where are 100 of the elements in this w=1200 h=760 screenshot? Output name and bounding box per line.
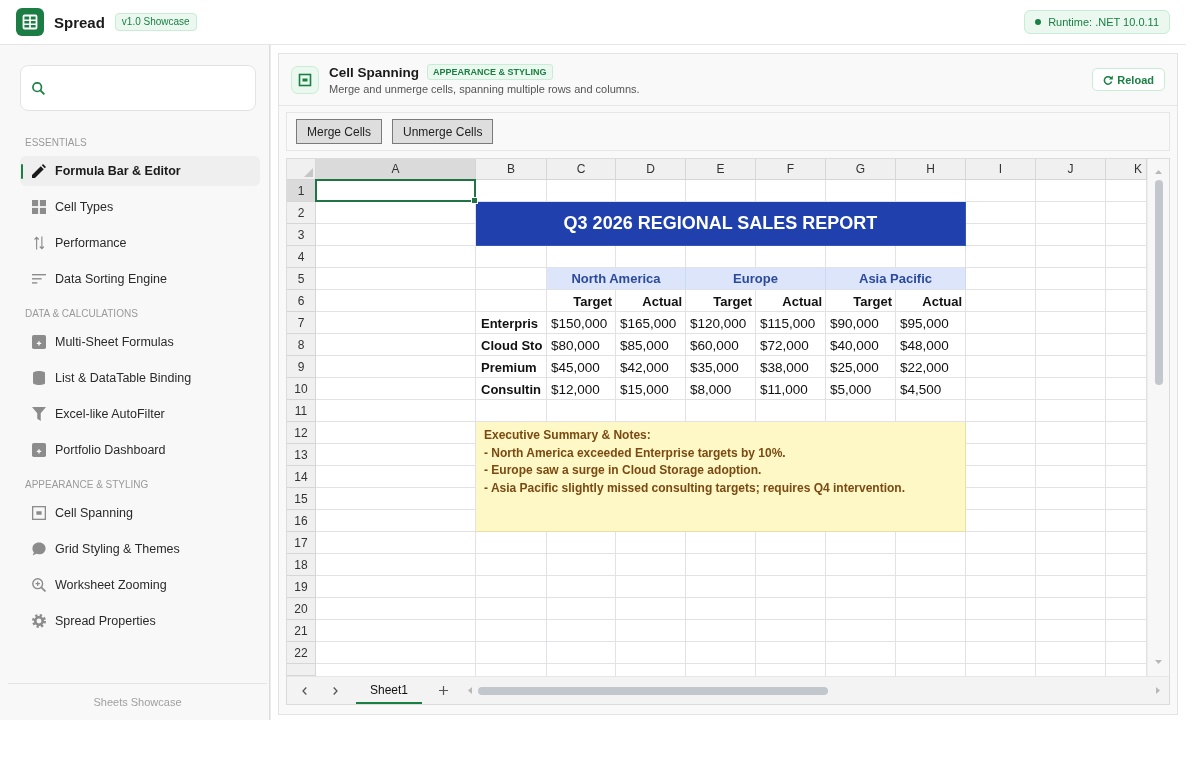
caret-right-icon[interactable] [1156, 687, 1160, 694]
row-header[interactable]: 4 [287, 246, 316, 268]
table-cell[interactable]: $40,000 [826, 334, 896, 356]
row-header[interactable]: 10 [287, 378, 316, 400]
row-header[interactable]: 7 [287, 312, 316, 334]
chevron-left-icon[interactable] [301, 686, 307, 695]
table-cell[interactable]: $4,500 [896, 378, 966, 400]
column-header[interactable]: I [966, 159, 1036, 180]
nav-item[interactable]: Performance [20, 228, 260, 258]
sheet-tab[interactable]: Sheet1 [356, 677, 423, 704]
row-header[interactable]: 22 [287, 642, 316, 664]
region-header[interactable]: Europe [686, 268, 826, 290]
nav-item[interactable]: Excel-like AutoFilter [20, 399, 260, 429]
vertical-scrollbar[interactable] [1147, 159, 1169, 676]
nav-item[interactable]: Portfolio Dashboard [20, 435, 260, 465]
toolbar-button[interactable]: Unmerge Cells [392, 119, 494, 144]
row-header[interactable]: 15 [287, 488, 316, 510]
table-cell[interactable]: $11,000 [756, 378, 826, 400]
row-header[interactable]: 8 [287, 334, 316, 356]
caret-down-icon[interactable] [1155, 660, 1162, 664]
table-cell[interactable]: $80,000 [547, 334, 616, 356]
metric-header[interactable]: Actual [756, 290, 826, 312]
row-header[interactable]: 6 [287, 290, 316, 312]
row-header[interactable]: 19 [287, 576, 316, 598]
table-cell[interactable]: $120,000 [686, 312, 756, 334]
row-label[interactable]: Premium [476, 356, 547, 378]
table-cell[interactable]: $25,000 [826, 356, 896, 378]
metric-header[interactable]: Target [686, 290, 756, 312]
table-cell[interactable]: $115,000 [756, 312, 826, 334]
table-cell[interactable]: $95,000 [896, 312, 966, 334]
nav-item[interactable]: Cell Spanning [20, 498, 260, 528]
nav-item[interactable]: Data Sorting Engine [20, 264, 260, 294]
metric-header[interactable]: Target [547, 290, 616, 312]
metric-header[interactable]: Target [826, 290, 896, 312]
row-header[interactable]: 17 [287, 532, 316, 554]
row-header[interactable] [287, 664, 316, 676]
table-cell[interactable]: $45,000 [547, 356, 616, 378]
active-cell[interactable] [315, 179, 476, 202]
caret-left-icon[interactable] [468, 687, 473, 694]
nav-item[interactable]: Cell Types [20, 192, 260, 222]
row-header[interactable]: 3 [287, 224, 316, 246]
metric-header[interactable]: Actual [896, 290, 966, 312]
table-cell[interactable]: $85,000 [616, 334, 686, 356]
corner-header[interactable] [287, 159, 316, 180]
table-cell[interactable]: $35,000 [686, 356, 756, 378]
column-header[interactable]: B [476, 159, 547, 180]
table-cell[interactable]: $48,000 [896, 334, 966, 356]
column-header[interactable]: E [686, 159, 756, 180]
nav-item[interactable]: Grid Styling & Themes [20, 534, 260, 564]
row-header[interactable]: 13 [287, 444, 316, 466]
row-label[interactable]: Enterpris [476, 312, 547, 334]
scrollbar-thumb[interactable] [1154, 180, 1163, 385]
region-header[interactable]: North America [547, 268, 686, 290]
chevron-right-icon[interactable] [332, 686, 338, 695]
column-header[interactable]: J [1036, 159, 1106, 180]
row-header[interactable]: 21 [287, 620, 316, 642]
table-cell[interactable]: $60,000 [686, 334, 756, 356]
caret-up-icon[interactable] [1155, 170, 1162, 174]
grid-logo-icon[interactable] [16, 8, 44, 36]
reload-button[interactable]: Reload [1092, 68, 1165, 91]
row-header[interactable]: 12 [287, 422, 316, 444]
region-header[interactable]: Asia Pacific [826, 268, 966, 290]
row-header[interactable]: 11 [287, 400, 316, 422]
table-cell[interactable]: $5,000 [826, 378, 896, 400]
row-label[interactable]: Cloud Sto [476, 334, 547, 356]
column-header[interactable]: H [896, 159, 966, 180]
table-cell[interactable]: $15,000 [616, 378, 686, 400]
table-cell[interactable]: $150,000 [547, 312, 616, 334]
nav-item[interactable]: List & DataTable Binding [20, 363, 260, 393]
nav-item[interactable]: Worksheet Zooming [20, 570, 260, 600]
column-header[interactable]: K [1106, 159, 1147, 180]
row-header[interactable]: 18 [287, 554, 316, 576]
row-header[interactable]: 5 [287, 268, 316, 290]
column-header[interactable]: C [547, 159, 616, 180]
row-header[interactable]: 14 [287, 466, 316, 488]
report-title[interactable]: Q3 2026 REGIONAL SALES REPORT [476, 202, 966, 246]
metric-header[interactable]: Actual [616, 290, 686, 312]
column-header[interactable]: D [616, 159, 686, 180]
notes-cell[interactable]: Executive Summary & Notes: - North America exceeded Enterprise targets by 10%. - Europe saw a surge in Cloud Storage adoption. - Asia Pacific slightly missed consulting targets; requires Q4 intervention. [476, 422, 966, 532]
row-header[interactable]: 20 [287, 598, 316, 620]
nav-item[interactable]: Spread Properties [20, 606, 260, 636]
row-header[interactable]: 16 [287, 510, 316, 532]
row-header[interactable]: 1 [287, 180, 316, 202]
nav-item[interactable]: Multi-Sheet Formulas [20, 327, 260, 357]
row-header[interactable]: 9 [287, 356, 316, 378]
search-field[interactable] [20, 65, 256, 111]
scrollbar-thumb[interactable] [478, 686, 829, 695]
table-cell[interactable]: $72,000 [756, 334, 826, 356]
table-cell[interactable]: $12,000 [547, 378, 616, 400]
nav-item[interactable]: Formula Bar & Editor [20, 156, 260, 186]
table-cell[interactable]: $8,000 [686, 378, 756, 400]
plus-icon[interactable] [438, 686, 448, 695]
column-header[interactable]: F [756, 159, 826, 180]
toolbar-button[interactable]: Merge Cells [296, 119, 383, 144]
fill-handle[interactable] [471, 197, 478, 204]
table-cell[interactable]: $22,000 [896, 356, 966, 378]
table-cell[interactable]: $42,000 [616, 356, 686, 378]
select-all-icon[interactable] [304, 168, 313, 177]
table-cell[interactable]: $38,000 [756, 356, 826, 378]
table-cell[interactable]: $90,000 [826, 312, 896, 334]
